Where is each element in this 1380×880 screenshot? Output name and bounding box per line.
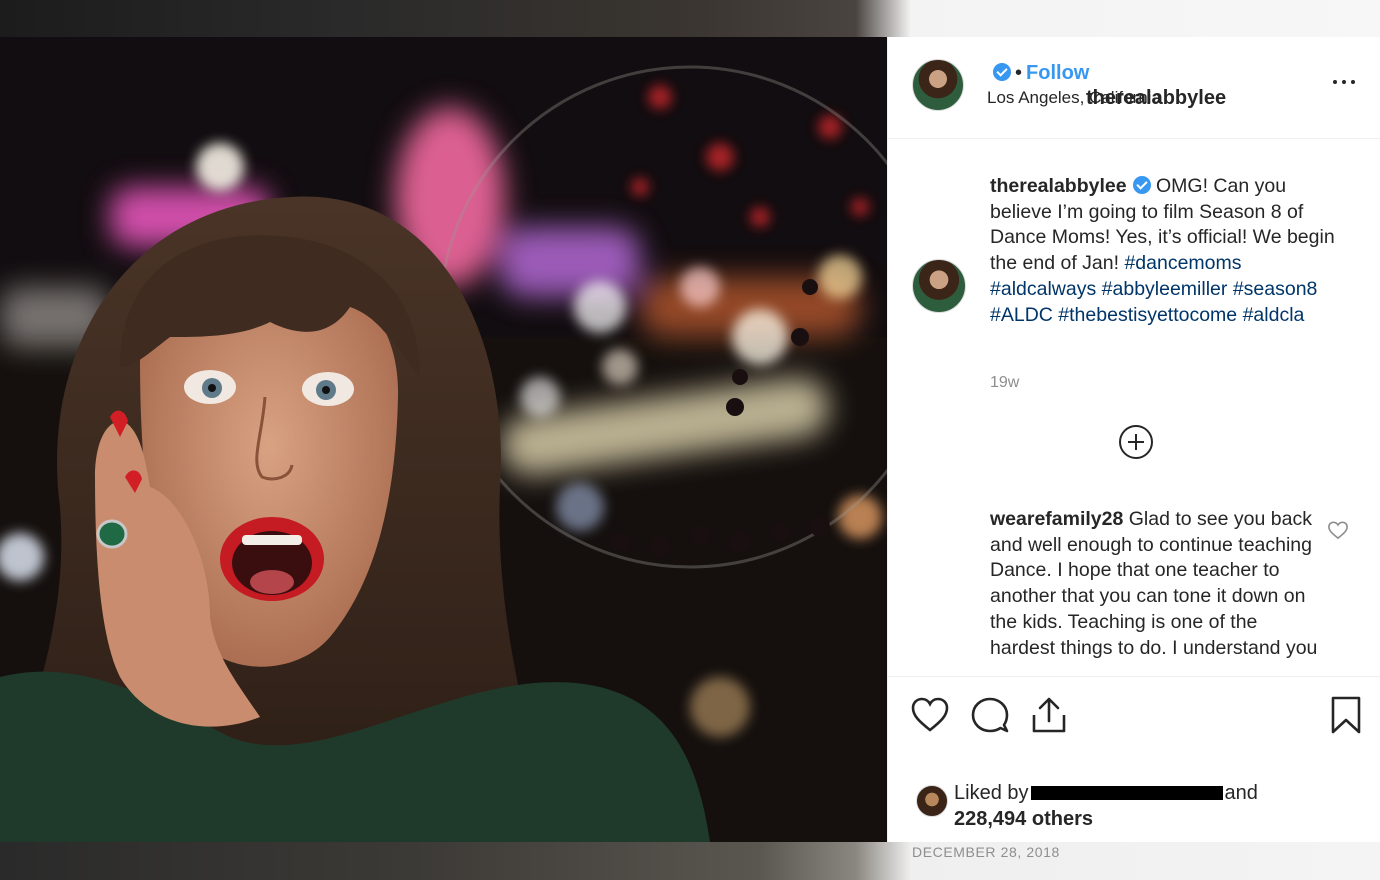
- share-icon[interactable]: [1029, 695, 1069, 735]
- caption-username[interactable]: therealabbylee: [990, 175, 1127, 197]
- verified-badge-icon: [1132, 176, 1151, 194]
- hashtag-link[interactable]: #season8: [1233, 278, 1318, 300]
- post-location[interactable]: Los Angeles, California: [987, 88, 1161, 108]
- post-date[interactable]: DECEMBER 28, 2018: [912, 844, 1060, 860]
- likes-count[interactable]: 228,494 others: [954, 808, 1093, 830]
- hashtag-link[interactable]: #abbyleemiller: [1102, 278, 1228, 300]
- comment-heart-icon[interactable]: [1327, 520, 1349, 540]
- hashtag-link[interactable]: #dancemoms: [1124, 252, 1241, 274]
- separator-dot: •: [1015, 62, 1023, 84]
- verified-badge-icon: [993, 63, 1011, 81]
- heart-icon[interactable]: [910, 695, 950, 735]
- comment-text: Glad to see you back and well enough to …: [990, 508, 1318, 659]
- likes-suffix: and: [1224, 782, 1258, 804]
- comment-icon[interactable]: [970, 695, 1010, 735]
- hashtag-link[interactable]: #thebestisyettocome: [1058, 304, 1237, 326]
- post-photo-image: [0, 37, 887, 842]
- liked-by-avatar[interactable]: [916, 785, 948, 817]
- caption-author-avatar[interactable]: [912, 259, 966, 313]
- hashtag-link[interactable]: #aldcalways: [990, 278, 1096, 300]
- post-actions: Liked by and 228,494 others DECEMBER 28, …: [888, 676, 1380, 860]
- caption-time-ago[interactable]: 19w: [990, 374, 1019, 392]
- comment-item: wearefamily28 Glad to see you back and w…: [990, 507, 1320, 661]
- bookmark-icon[interactable]: [1326, 695, 1366, 735]
- post-header: therealabbylee • Follow Los Angeles, Calif…: [888, 37, 1380, 139]
- author-line: therealabbylee • Follow: [987, 62, 1226, 109]
- hashtag-link[interactable]: #aldcla: [1243, 304, 1305, 326]
- background-strip-top: [0, 0, 1380, 37]
- redacted-username: [1030, 786, 1223, 800]
- post-photo: [0, 37, 887, 842]
- load-more-comments-icon[interactable]: [1119, 425, 1153, 459]
- likes-prefix: Liked by: [954, 782, 1029, 804]
- post-caption: therealabbylee OMG! Can you believe I’m …: [990, 174, 1350, 328]
- background-strip-bottom: [0, 842, 1380, 880]
- hashtag-link[interactable]: #ALDC: [990, 304, 1053, 326]
- follow-button[interactable]: Follow: [1026, 62, 1089, 84]
- post-details-panel: therealabbylee • Follow Los Angeles, Calif…: [887, 37, 1380, 860]
- author-avatar[interactable]: [912, 59, 964, 111]
- more-options-icon[interactable]: [1333, 71, 1359, 91]
- comments-section: therealabbylee OMG! Can you believe I’m …: [888, 139, 1380, 676]
- comment-username[interactable]: wearefamily28: [990, 508, 1123, 530]
- likes-summary[interactable]: Liked by and 228,494 others: [954, 780, 1258, 832]
